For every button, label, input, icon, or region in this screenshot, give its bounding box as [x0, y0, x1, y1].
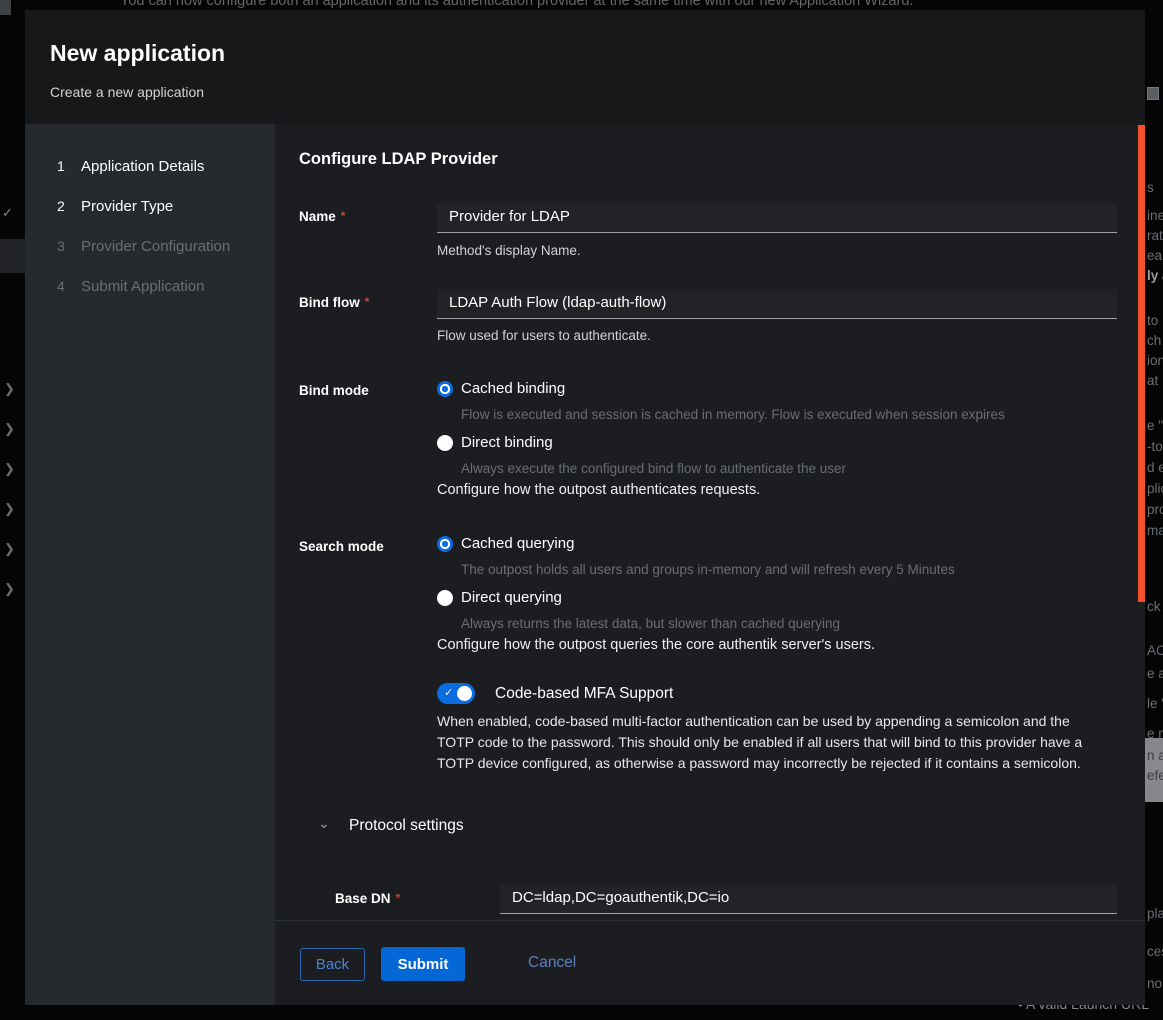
chevron-down-icon[interactable]: ⌄ — [318, 815, 330, 832]
protocol-settings-group-title[interactable]: Protocol settings — [349, 817, 464, 835]
background-text-fragment: pla — [1147, 906, 1163, 921]
step-number: 2 — [57, 198, 81, 214]
cached-querying-description: The outpost holds all users and groups i… — [461, 562, 955, 577]
background-text-fragment: at — [1147, 373, 1158, 388]
step-number: 1 — [57, 158, 81, 174]
background-text-fragment: le ' — [1147, 696, 1163, 711]
chevron-right-icon: ❯ — [4, 501, 15, 517]
chevron-right-icon: ❯ — [4, 461, 15, 477]
background-text-fragment: n a — [1145, 746, 1163, 765]
background-text-fragment: efe — [1145, 766, 1163, 785]
background-window-fragment — [1147, 87, 1159, 100]
modal-footer: Back Submit Cancel — [275, 920, 1145, 1005]
step-submit-application: 4 Submit Application — [25, 266, 275, 306]
chevron-right-icon: ❯ — [4, 421, 15, 437]
step-number: 4 — [57, 278, 81, 294]
background-text-fragment: ck — [1147, 599, 1161, 614]
cached-querying-radio-label[interactable]: Cached querying — [461, 535, 574, 552]
background-sidebar-fragment — [0, 0, 11, 15]
background-text-fragment: ma — [1147, 523, 1163, 538]
scrollbar-thumb[interactable] — [1138, 125, 1145, 602]
step-application-details[interactable]: 1 Application Details — [25, 146, 275, 186]
name-help: Method's display Name. — [437, 243, 581, 258]
base-dn-label: Base DN* — [335, 891, 400, 906]
direct-binding-radio[interactable] — [437, 435, 453, 451]
background-text-fragment: no — [1147, 976, 1162, 991]
background-text-fragment: ch — [1147, 333, 1161, 348]
background-text-fragment: plic — [1147, 481, 1163, 496]
bind-flow-select[interactable] — [437, 289, 1117, 319]
modal-title: New application — [50, 40, 1121, 67]
mfa-support-label: Code-based MFA Support — [495, 685, 673, 703]
background-text-fragment: to — [1147, 313, 1158, 328]
chevron-right-icon: ❯ — [4, 381, 15, 397]
cached-binding-radio-label[interactable]: Cached binding — [461, 380, 565, 397]
bind-flow-help: Flow used for users to authenticate. — [437, 328, 651, 343]
direct-querying-radio[interactable] — [437, 590, 453, 606]
cached-querying-radio[interactable] — [437, 536, 453, 552]
background-text-fragment: ea — [1147, 248, 1162, 263]
toggle-knob — [457, 686, 472, 701]
submit-button[interactable]: Submit — [381, 947, 465, 981]
required-asterisk: * — [396, 891, 401, 905]
search-mode-label: Search mode — [299, 539, 384, 554]
bind-mode-help: Configure how the outpost authenticates … — [437, 482, 760, 498]
cached-binding-radio[interactable] — [437, 381, 453, 397]
direct-querying-description: Always returns the latest data, but slow… — [461, 616, 840, 631]
background-text-fragment: ine — [1147, 208, 1163, 223]
search-mode-help: Configure how the outpost queries the co… — [437, 637, 875, 653]
step-provider-configuration: 3 Provider Configuration — [25, 226, 275, 266]
direct-binding-description: Always execute the configured bind flow … — [461, 461, 846, 476]
required-asterisk: * — [365, 295, 370, 309]
wizard-steps-nav: 1 Application Details 2 Provider Type 3 … — [25, 124, 275, 1005]
name-input[interactable] — [437, 203, 1117, 233]
step-label: Provider Configuration — [81, 238, 230, 255]
background-banner-text: You can now configure both an applicatio… — [120, 0, 1040, 9]
background-sidebar-active-item — [0, 239, 25, 273]
mfa-support-toggle[interactable]: ✓ — [437, 683, 475, 704]
background-text-fragment: ces — [1147, 944, 1163, 959]
background-text-fragment: d e — [1147, 460, 1163, 475]
required-asterisk: * — [341, 209, 346, 223]
bind-mode-label: Bind mode — [299, 383, 369, 398]
page-title: Configure LDAP Provider — [299, 150, 498, 169]
direct-binding-radio-label[interactable]: Direct binding — [461, 434, 553, 451]
cached-binding-description: Flow is executed and session is cached i… — [461, 407, 1005, 422]
background-text-fragment: -to — [1147, 439, 1163, 454]
mfa-support-help: When enabled, code-based multi-factor au… — [437, 711, 1097, 774]
modal-header: New application Create a new application — [25, 10, 1145, 124]
bind-flow-label: Bind flow* — [299, 295, 369, 310]
background-text-fragment: pro — [1147, 502, 1163, 517]
background-text-fragment: e a — [1147, 666, 1163, 681]
background-text-fragment: rat — [1147, 228, 1163, 243]
step-number: 3 — [57, 238, 81, 254]
step-label: Submit Application — [81, 278, 204, 295]
base-dn-input[interactable] — [500, 884, 1117, 914]
background-text-fragment: ion — [1147, 353, 1163, 368]
background-text-fragment: ly a — [1147, 268, 1163, 283]
chevron-right-icon: ❯ — [4, 541, 15, 557]
step-label: Application Details — [81, 158, 204, 175]
cancel-button[interactable]: Cancel — [528, 954, 576, 972]
new-application-modal: New application Create a new application… — [25, 10, 1145, 1005]
background-text-fragment: s — [1147, 180, 1154, 195]
wizard-content: Configure LDAP Provider Name* Method's d… — [275, 124, 1145, 920]
back-button[interactable]: Back — [300, 948, 365, 981]
background-text-fragment: e "c — [1147, 418, 1163, 433]
chevron-right-icon: ❯ — [4, 581, 15, 597]
step-provider-type[interactable]: 2 Provider Type — [25, 186, 275, 226]
check-icon: ✓ — [2, 205, 13, 221]
name-label: Name* — [299, 209, 345, 224]
background-text-fragment: e n — [1147, 726, 1163, 741]
modal-subtitle: Create a new application — [50, 84, 1121, 100]
step-label: Provider Type — [81, 198, 173, 215]
check-icon: ✓ — [444, 686, 453, 699]
direct-querying-radio-label[interactable]: Direct querying — [461, 589, 562, 606]
background-text-fragment: AC — [1147, 643, 1163, 658]
